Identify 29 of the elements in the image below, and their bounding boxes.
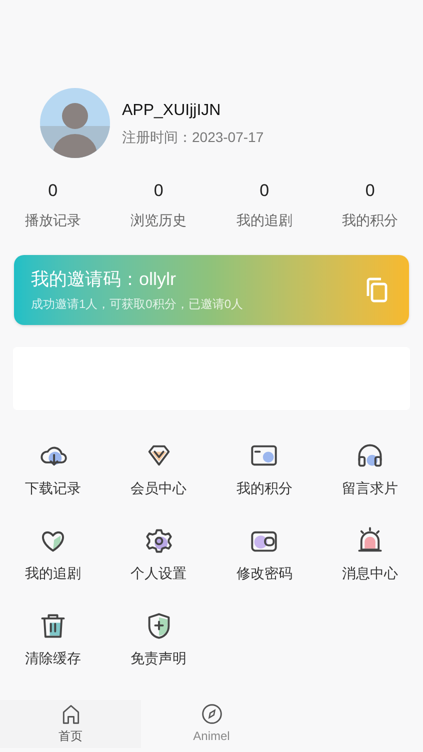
stat-value: 0 — [48, 180, 58, 202]
compass-icon — [200, 703, 222, 725]
invite-code: 我的邀请码：ollylr — [31, 268, 178, 291]
alarm-light-icon — [356, 526, 384, 554]
stat-value: 0 — [154, 180, 164, 202]
menu-item[interactable]: 留言求片 — [317, 442, 423, 498]
nav-tab[interactable]: 首页 — [0, 700, 141, 748]
headset-icon — [356, 442, 384, 470]
registration-date: 注册时间：2023-07-17 — [122, 128, 264, 146]
menu-item[interactable]: 我的积分 — [212, 442, 318, 498]
menu-item[interactable]: 我的追剧 — [0, 526, 106, 584]
stat-value: 0 — [365, 180, 375, 202]
trash-icon — [38, 612, 67, 640]
menu-item[interactable]: 修改密码 — [212, 526, 318, 584]
stat-label: 我的追剧 — [236, 210, 292, 230]
menu-item[interactable]: 消息中心 — [317, 526, 423, 584]
menu-item[interactable]: 个人设置 — [106, 526, 212, 584]
stat-label: 浏览历史 — [130, 210, 187, 230]
invite-summary: 成功邀请1人，可获取0积分，已邀请0人 — [31, 296, 244, 313]
copy-icon[interactable] — [365, 276, 389, 302]
menu-item[interactable]: 下载记录 — [0, 442, 106, 498]
menu-item[interactable]: 清除缓存 — [0, 612, 106, 668]
menu-item[interactable]: 会员中心 — [106, 442, 212, 498]
stat-value: 0 — [260, 180, 270, 202]
username: APP_XUIjjIJN — [122, 100, 222, 120]
settings-icon — [144, 526, 173, 554]
menu-item[interactable]: 免责声明 — [106, 612, 212, 668]
stat-label: 我的积分 — [342, 210, 398, 230]
stat-label: 播放记录 — [24, 210, 81, 230]
